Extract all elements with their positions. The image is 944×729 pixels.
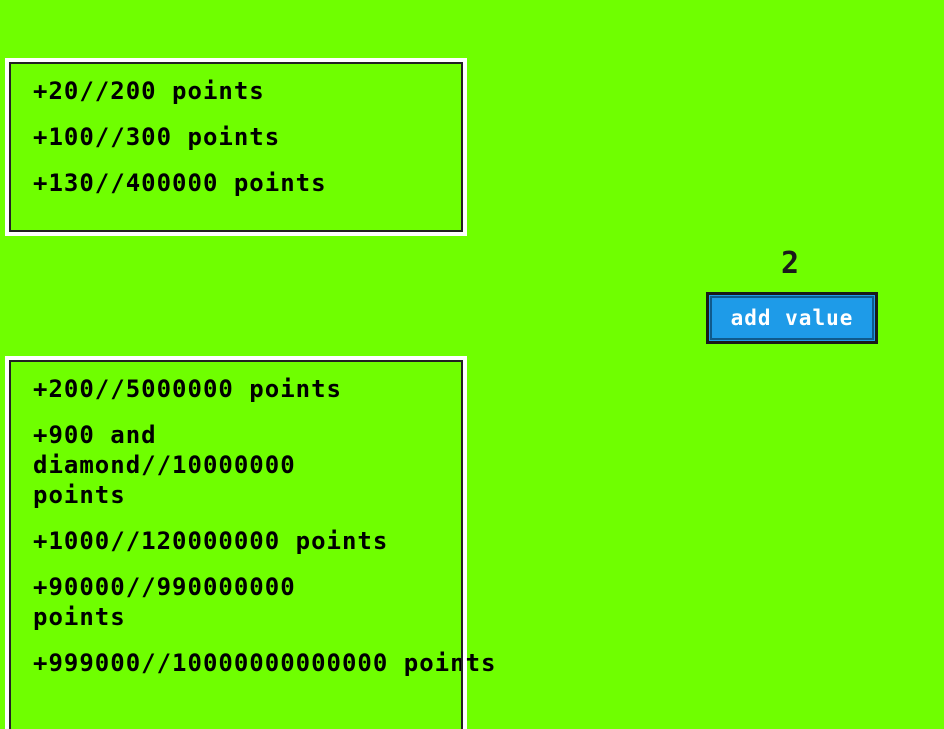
points-counter: 2 [780, 246, 800, 281]
upgrade-option[interactable]: +200//5000000 points [33, 374, 453, 404]
upgrade-option[interactable]: +130//400000 points [33, 168, 433, 198]
upgrade-option[interactable]: +900 and diamond//10000000 points [33, 420, 393, 510]
upgrade-option[interactable]: +100//300 points [33, 122, 393, 152]
upgrade-option[interactable]: +999000//10000000000000 points [33, 648, 503, 678]
upgrade-panel-top: +20//200 points +100//300 points +130//4… [5, 58, 467, 236]
upgrade-option[interactable]: +20//200 points [33, 76, 393, 106]
upgrade-option[interactable]: +90000//990000000 points [33, 572, 393, 632]
upgrade-option[interactable]: +1000//120000000 points [33, 526, 393, 556]
upgrade-panel-bottom: +200//5000000 points +900 and diamond//1… [5, 356, 495, 729]
add-value-button[interactable]: add value [706, 292, 878, 344]
